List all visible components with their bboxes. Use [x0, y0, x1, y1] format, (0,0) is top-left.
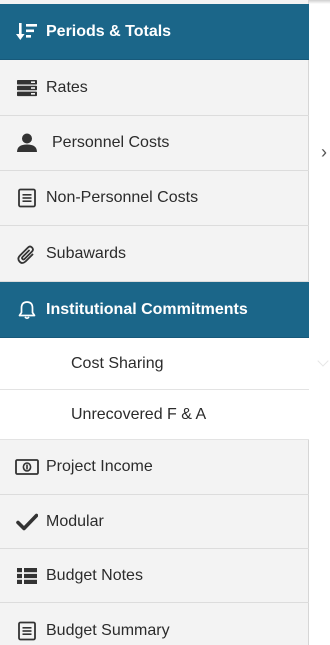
nav-item-non-personnel-costs[interactable]: Non-Personnel Costs	[0, 171, 309, 226]
nav-item-label: Project Income	[46, 458, 153, 475]
expand-chevron-icon[interactable]: ›	[321, 142, 327, 163]
nav-item-modular[interactable]: Modular	[0, 495, 309, 549]
list-icon	[15, 566, 39, 586]
nav-item-rates[interactable]: Rates	[0, 60, 309, 116]
bell-icon	[15, 300, 39, 320]
nav-item-budget-notes[interactable]: Budget Notes	[0, 549, 309, 603]
nav-item-institutional-commitments[interactable]: Institutional Commitments	[0, 282, 309, 338]
sort-amount-icon	[15, 22, 39, 42]
subnav-item-label: Cost Sharing	[71, 354, 164, 372]
nav-item-subawards[interactable]: Subawards	[0, 226, 309, 282]
paperclip-icon	[15, 244, 39, 264]
nav-item-label: Institutional Commitments	[46, 300, 248, 318]
subnav-item-unrecovered-fa[interactable]: Unrecovered F & A	[0, 390, 309, 440]
document-list-icon	[15, 621, 39, 641]
checkmark-icon	[15, 512, 39, 532]
nav-item-label: Subawards	[46, 244, 127, 262]
nav-item-label: Budget Summary	[46, 622, 170, 639]
collapse-chevron-icon	[317, 355, 329, 367]
nav-item-periods-totals[interactable]: Periods & Totals	[0, 4, 309, 60]
subnav-item-cost-sharing[interactable]: Cost Sharing	[0, 338, 309, 390]
nav-item-label: Modular	[46, 512, 104, 530]
subnav-item-label: Unrecovered F & A	[71, 405, 207, 423]
nav-item-personnel-costs[interactable]: Personnel Costs	[0, 116, 309, 171]
nav-item-label: Periods & Totals	[46, 22, 172, 40]
nav-item-label: Personnel Costs	[52, 134, 170, 151]
person-icon	[15, 133, 39, 153]
nav-item-project-income[interactable]: Project Income	[0, 440, 309, 495]
budget-sidebar-nav: Periods & Totals Rates Personnel Costs N…	[0, 0, 309, 645]
document-list-icon	[15, 188, 39, 208]
server-stack-icon	[15, 78, 39, 98]
nav-item-label: Rates	[46, 78, 88, 96]
money-bill-icon	[15, 457, 39, 477]
nav-item-budget-summary[interactable]: Budget Summary	[0, 603, 309, 645]
nav-item-label: Non-Personnel Costs	[46, 189, 199, 206]
nav-item-label: Budget Notes	[46, 566, 143, 584]
